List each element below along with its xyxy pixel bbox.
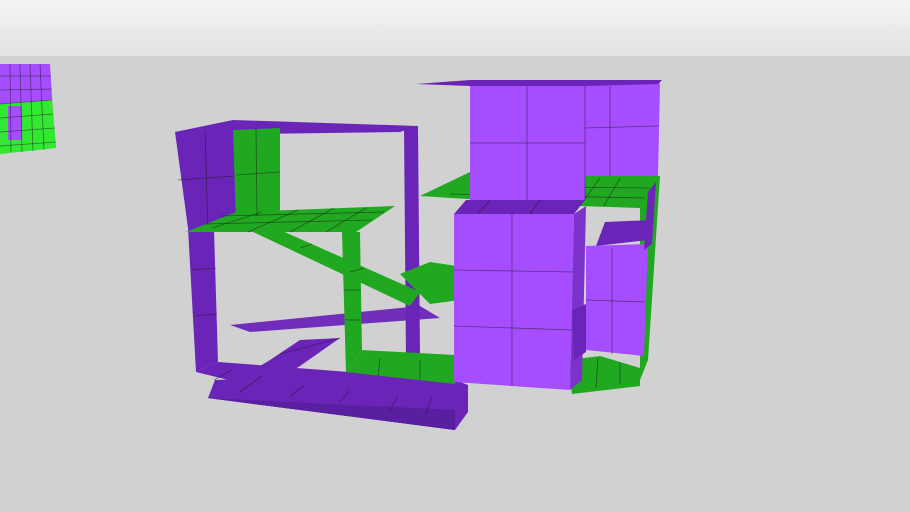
- model-thumbnail[interactable]: [0, 63, 57, 154]
- front-purple-column[interactable]: [453, 199, 586, 390]
- model-scene[interactable]: [0, 0, 910, 512]
- inner-shadow-strip: [572, 304, 586, 360]
- 3d-viewport[interactable]: [0, 0, 910, 512]
